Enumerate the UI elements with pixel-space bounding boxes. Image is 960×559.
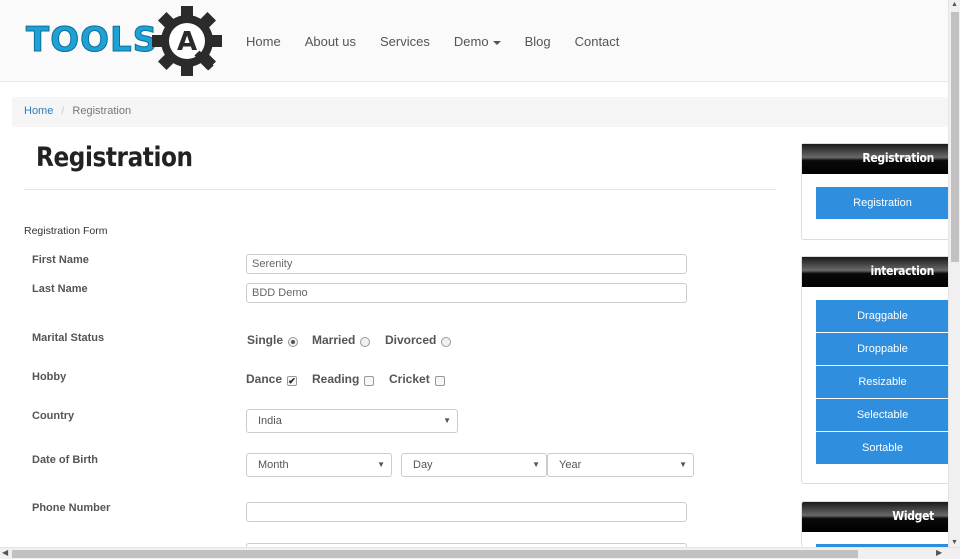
caret-down-icon <box>492 40 501 45</box>
scroll-right-icon[interactable]: ▶ <box>936 548 942 557</box>
scroll-down-icon[interactable]: ▼ <box>951 539 958 546</box>
vertical-scrollbar[interactable]: ▲ ▼ <box>948 0 960 547</box>
country-label: Country <box>32 410 75 422</box>
dob-day-value: Day <box>413 459 433 471</box>
form-heading: Registration Form <box>24 225 108 237</box>
phone-field[interactable] <box>246 502 687 522</box>
dob-label: Date of Birth <box>32 454 98 466</box>
hobby-reading-option[interactable]: Reading <box>312 372 375 386</box>
last-name-field[interactable] <box>246 283 687 303</box>
hobby-dance-checkbox[interactable]: ✔ <box>287 375 298 386</box>
marital-married-label: Married <box>312 333 356 347</box>
chevron-down-icon: ▼ <box>679 460 687 469</box>
page-title: Registration <box>36 142 193 173</box>
marital-divorced-option[interactable]: Divorced <box>385 333 452 347</box>
chevron-down-icon: ▼ <box>532 460 540 469</box>
widget-title: Registration <box>802 144 948 174</box>
dob-year-select[interactable]: Year ▼ <box>547 453 694 477</box>
sidebar-item-droppable[interactable]: Droppable <box>816 333 949 365</box>
nav-home[interactable]: Home <box>246 34 281 49</box>
site-header: TOOLS A Home About us Services Demo Blog… <box>0 0 948 82</box>
nav-contact[interactable]: Contact <box>575 34 620 49</box>
sidebar-item-registration[interactable]: Registration <box>816 187 949 219</box>
gear-icon: A <box>152 6 222 76</box>
vertical-scroll-thumb[interactable] <box>951 12 959 262</box>
scroll-up-icon[interactable]: ▲ <box>951 1 958 8</box>
chevron-down-icon: ▼ <box>377 460 385 469</box>
sidebar-widget-widget: Widget <box>801 501 948 547</box>
nav-blog[interactable]: Blog <box>525 34 551 49</box>
breadcrumb-home[interactable]: Home <box>24 105 53 117</box>
hobby-dance-label: Dance <box>246 372 283 386</box>
hobby-cricket-label: Cricket <box>389 372 430 386</box>
chevron-down-icon: ▼ <box>443 416 451 425</box>
marital-status-label: Marital Status <box>32 332 105 344</box>
nav-services[interactable]: Services <box>380 34 430 49</box>
dob-month-value: Month <box>258 459 289 471</box>
marital-divorced-label: Divorced <box>385 333 437 347</box>
nav-demo-label: Demo <box>453 34 489 49</box>
country-select[interactable]: India ▼ <box>246 409 458 433</box>
widget-title: Widget <box>802 502 948 532</box>
hobby-cricket-option[interactable]: Cricket <box>389 372 445 386</box>
main-nav: Home About us Services Demo Blog Contact <box>246 34 643 49</box>
marital-divorced-radio[interactable] <box>441 336 452 347</box>
widget-title: interaction <box>802 257 948 287</box>
sidebar-item-draggable[interactable]: Draggable <box>816 300 949 332</box>
title-divider <box>24 189 776 190</box>
dob-day-select[interactable]: Day ▼ <box>401 453 547 477</box>
sidebar-widget-interaction: interaction Draggable Droppable Resizabl… <box>801 256 949 484</box>
marital-single-label: Single <box>247 333 284 347</box>
country-value: India <box>258 415 282 427</box>
dob-year-value: Year <box>559 459 582 471</box>
sidebar-item-sortable[interactable]: Sortable <box>816 432 949 464</box>
sidebar-item-selectable[interactable]: Selectable <box>816 399 949 431</box>
first-name-label: First Name <box>32 254 89 266</box>
sidebar-widget-registration: Registration Registration <box>801 143 949 240</box>
marital-married-option[interactable]: Married <box>312 333 371 347</box>
hobby-dance-option[interactable]: Dance ✔ <box>246 372 298 386</box>
phone-label: Phone Number <box>32 502 111 514</box>
site-logo[interactable]: TOOLS A <box>25 6 224 76</box>
horizontal-scroll-thumb[interactable] <box>12 550 858 558</box>
breadcrumb-separator: / <box>61 105 65 117</box>
scroll-left-icon[interactable]: ◀ <box>2 548 8 557</box>
marital-single-radio[interactable] <box>288 336 299 347</box>
last-name-label: Last Name <box>32 283 88 295</box>
logo-badge-letter: A <box>177 27 197 57</box>
horizontal-scrollbar[interactable]: ◀ ▶ <box>0 547 960 559</box>
hobby-reading-label: Reading <box>312 372 360 386</box>
sidebar-item-resizable[interactable]: Resizable <box>816 366 949 398</box>
nav-about-us[interactable]: About us <box>305 34 356 49</box>
hobby-cricket-checkbox[interactable] <box>434 375 445 386</box>
logo-text: TOOLS <box>25 20 159 61</box>
breadcrumb-current: Registration <box>72 105 132 117</box>
hobby-label: Hobby <box>32 371 67 383</box>
nav-demo[interactable]: Demo <box>454 34 501 49</box>
breadcrumb: Home / Registration <box>12 97 948 127</box>
dob-month-select[interactable]: Month ▼ <box>246 453 392 477</box>
marital-married-radio[interactable] <box>360 336 371 347</box>
marital-single-option[interactable]: Single <box>247 333 299 347</box>
first-name-field[interactable] <box>246 254 687 274</box>
hobby-reading-checkbox[interactable] <box>364 375 375 386</box>
